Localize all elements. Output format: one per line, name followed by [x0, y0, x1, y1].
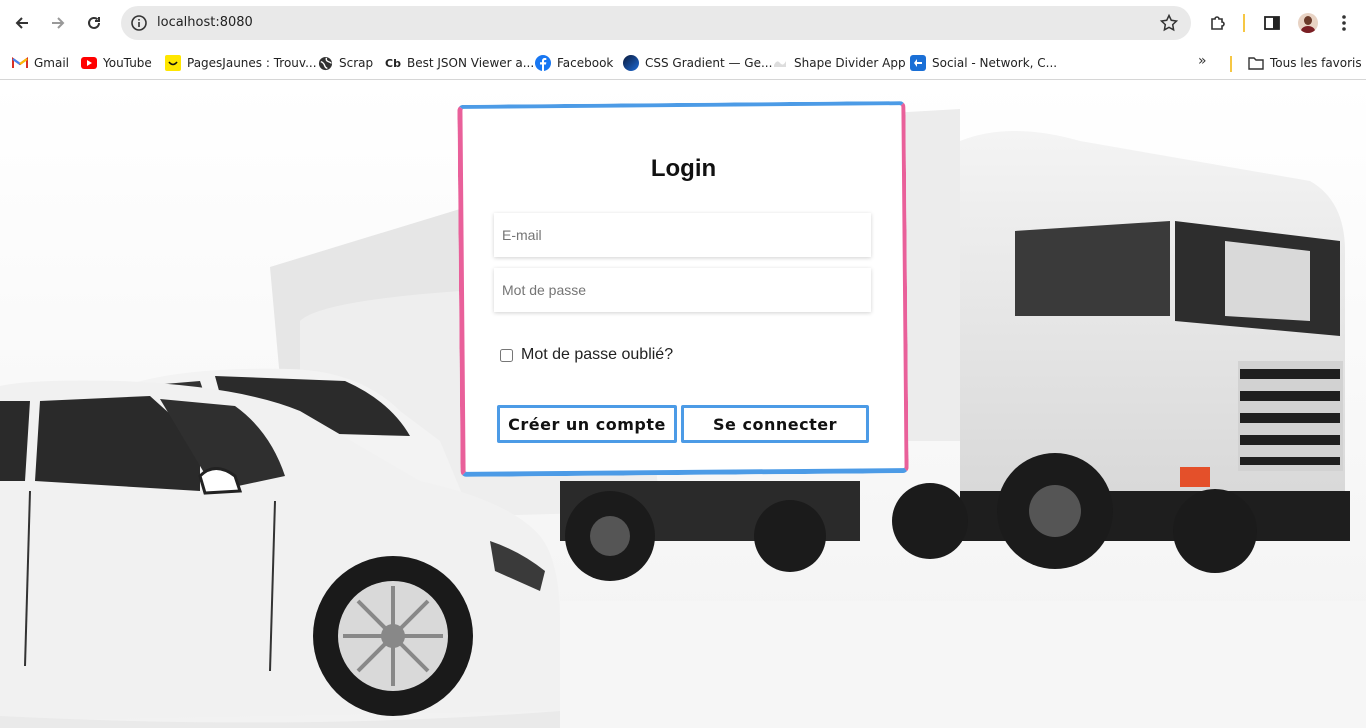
cb-icon: Cb — [385, 56, 401, 70]
toolbar-divider — [1243, 14, 1245, 32]
bookmark-label: Best JSON Viewer a... — [407, 56, 535, 70]
bookmark-label: Facebook — [557, 56, 614, 70]
reload-button[interactable] — [79, 8, 109, 38]
email-field[interactable] — [493, 212, 871, 257]
youtube-icon — [81, 55, 97, 71]
bookmark-pagesjaunes[interactable]: PagesJaunes : Trouv... — [165, 52, 317, 74]
bookmark-label: YouTube — [103, 56, 152, 70]
bookmark-star-icon[interactable] — [1159, 13, 1179, 33]
menu-button[interactable] — [1329, 8, 1359, 38]
bookmark-label: CSS Gradient — Ge... — [645, 56, 773, 70]
forgot-password-label: Mot de passe oublié? — [520, 345, 674, 363]
login-button[interactable]: Se connecter — [680, 404, 869, 443]
bookmark-youtube[interactable]: YouTube — [81, 52, 152, 74]
arrow-right-icon — [52, 17, 65, 29]
create-account-button[interactable]: Créer un compte — [496, 404, 677, 443]
bookmarks-bar: Gmail YouTube PagesJaunes : Trouv... Scr… — [0, 46, 1366, 80]
puzzle-icon — [1211, 16, 1225, 30]
profile-button[interactable] — [1293, 8, 1323, 38]
browser-toolbar: localhost:8080 — [0, 0, 1366, 46]
bookmark-shape-divider[interactable]: Shape Divider App — [772, 52, 906, 74]
bookmark-label: Tous les favoris — [1270, 56, 1362, 70]
site-info-icon[interactable] — [129, 13, 149, 33]
bookmark-label: Social - Network, C... — [932, 56, 1058, 70]
bookmark-social[interactable]: Social - Network, C... — [910, 52, 1057, 74]
bookmark-label: Gmail — [34, 56, 70, 70]
bookmark-gmail[interactable]: Gmail — [12, 52, 69, 74]
css-gradient-icon — [623, 55, 639, 71]
all-bookmarks-button[interactable]: Tous les favoris — [1248, 52, 1362, 74]
globe-icon — [317, 55, 333, 71]
extensions-button[interactable] — [1203, 8, 1233, 38]
login-card: Login Mot de passe oublié? Créer un comp… — [457, 101, 909, 477]
bookmarks-overflow-button[interactable]: » — [1198, 53, 1207, 69]
forgot-password-option[interactable]: Mot de passe oublié? — [499, 345, 674, 364]
bookmark-label: Scrap — [339, 56, 374, 70]
forgot-password-checkbox[interactable] — [499, 348, 513, 362]
avatar — [1298, 13, 1318, 33]
more-vert-icon — [1342, 15, 1346, 31]
page-content: Login Mot de passe oublié? Créer un comp… — [0, 81, 1366, 728]
back-button[interactable] — [7, 8, 37, 38]
social-icon — [910, 55, 926, 71]
side-panel-button[interactable] — [1257, 8, 1287, 38]
address-bar[interactable]: localhost:8080 — [121, 6, 1191, 40]
bookmark-scrap[interactable]: Scrap — [317, 52, 373, 74]
bookmark-facebook[interactable]: Facebook — [535, 52, 613, 74]
bookmark-json-viewer[interactable]: Cb Best JSON Viewer a... — [385, 52, 534, 74]
bookmark-label: Shape Divider App — [794, 56, 906, 70]
bookmark-css-gradient[interactable]: CSS Gradient — Ge... — [623, 52, 772, 74]
bookmark-label: PagesJaunes : Trouv... — [187, 56, 317, 70]
facebook-icon — [535, 55, 551, 71]
forward-button[interactable] — [43, 8, 73, 38]
shape-divider-icon — [772, 55, 788, 71]
login-title: Login — [650, 154, 717, 182]
url-text[interactable]: localhost:8080 — [157, 15, 253, 30]
side-panel-icon — [1264, 16, 1280, 30]
folder-icon — [1248, 55, 1264, 71]
bookmarks-divider — [1230, 56, 1232, 72]
arrow-left-icon — [15, 17, 28, 29]
pagesjaunes-icon — [165, 55, 181, 71]
password-field[interactable] — [493, 267, 871, 312]
gmail-icon — [12, 55, 28, 71]
reload-icon — [88, 16, 100, 29]
